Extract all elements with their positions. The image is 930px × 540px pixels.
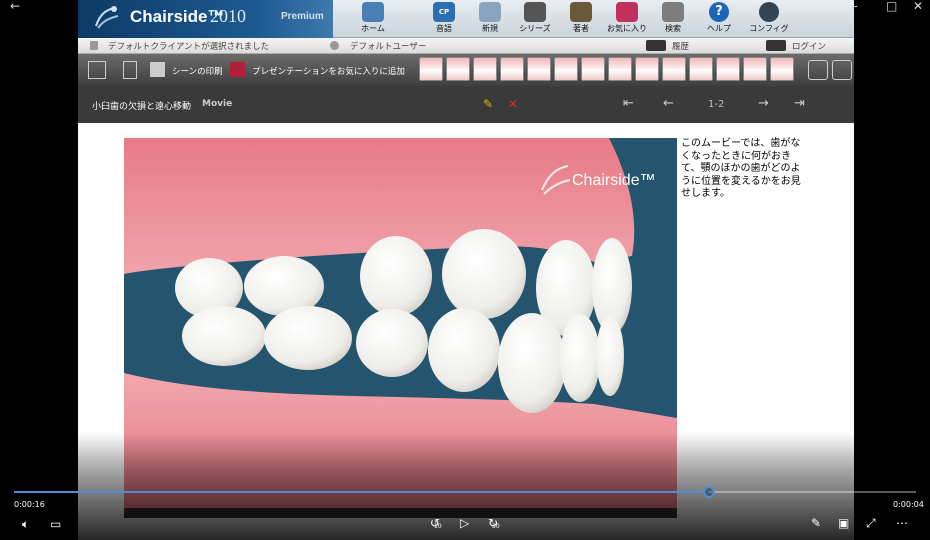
next-page-icon[interactable]: →	[758, 97, 769, 110]
media-player-window: ← – □ ✕ Chairside™ 2010 Premium ホーム CP 音…	[0, 0, 930, 540]
author-button[interactable]: 著者	[558, 0, 604, 38]
user-icon	[330, 41, 339, 50]
video-watermark: Chairside™	[572, 172, 656, 189]
subtitles-icon[interactable]: ▭	[50, 518, 61, 530]
favorites-button[interactable]: お気に入り	[604, 0, 650, 38]
scene-thumb[interactable]	[419, 57, 443, 81]
scene-title: 小臼歯の欠損と遠心移動	[92, 102, 192, 112]
scene-thumb[interactable]	[662, 57, 686, 81]
scene-thumb[interactable]	[770, 57, 794, 81]
scene-thumb[interactable]	[446, 57, 470, 81]
seek-bar-handle[interactable]	[703, 486, 715, 498]
app-header: Chairside™ 2010 Premium ホーム CP 音語 新規 シリー…	[78, 0, 854, 38]
scene-thumb[interactable]	[581, 57, 605, 81]
series-button[interactable]: シリーズ	[512, 0, 558, 38]
scene-toolbar: シーンの印刷 プレゼンテーションをお気に入りに追加	[78, 54, 854, 86]
grid-view-icon[interactable]	[88, 61, 106, 79]
favorites-icon	[616, 2, 638, 22]
edit-icon[interactable]: ✎	[811, 517, 821, 529]
last-page-icon[interactable]: ⇥	[794, 97, 805, 110]
delete-icon[interactable]: ✕	[508, 97, 518, 111]
fullscreen-icon[interactable]: ⤢	[866, 517, 876, 529]
scene-thumb[interactable]	[635, 57, 659, 81]
expand-icon[interactable]	[808, 60, 828, 80]
close-button[interactable]: ✕	[913, 0, 923, 12]
scene-thumb[interactable]	[527, 57, 551, 81]
camera-icon[interactable]	[832, 60, 852, 80]
seek-bar-fill	[14, 491, 709, 493]
scene-thumb[interactable]	[500, 57, 524, 81]
play-icon[interactable]: ▷	[460, 517, 469, 529]
user-status[interactable]: デフォルトユーザー	[350, 40, 426, 52]
brand-logo-block: Chairside™ 2010 Premium	[78, 0, 333, 38]
scene-thumb[interactable]	[689, 57, 713, 81]
author-icon	[570, 2, 592, 22]
add-favorite-button[interactable]: プレゼンテーションをお気に入りに追加	[252, 65, 405, 77]
edit-pencil-icon[interactable]: ✎	[483, 97, 493, 111]
print-icon	[150, 62, 165, 77]
login-link[interactable]: ログイン	[792, 40, 826, 52]
help-label: ヘルプ	[707, 24, 731, 33]
page-indicator: 1-2	[708, 99, 725, 110]
skip-back-label: 10	[434, 523, 442, 530]
voice-label: 音語	[436, 24, 452, 33]
home-button[interactable]: ホーム	[350, 0, 396, 38]
scene-thumb[interactable]	[716, 57, 740, 81]
new-button[interactable]: 新規	[467, 0, 513, 38]
scene-caption: このムービーでは、歯がなくなったときに何がおきて、顎のほかの歯がどのように位置を…	[681, 138, 801, 199]
scene-info-icon[interactable]	[123, 61, 137, 79]
brand-year: 2010	[210, 6, 246, 26]
remaining-time: 0:00:04	[893, 500, 924, 509]
print-scene-button[interactable]: シーンの印刷	[172, 65, 223, 77]
scene-thumb[interactable]	[554, 57, 578, 81]
first-page-icon[interactable]: ⇤	[623, 97, 634, 110]
voice-button[interactable]: CP 音語	[421, 0, 467, 38]
volume-icon[interactable]: 🔈︎	[22, 518, 29, 530]
search-label: 検索	[665, 24, 681, 33]
config-label: コンフィグ	[749, 24, 789, 33]
dental-chair-icon	[362, 2, 384, 22]
mini-view-icon[interactable]: ▣	[838, 517, 849, 529]
status-bar: デフォルトクライアントが選択されました デフォルトユーザー 履歴 ログイン	[78, 38, 854, 54]
more-options-icon[interactable]: ⋯	[896, 517, 908, 529]
scene-thumb[interactable]	[743, 57, 767, 81]
client-status[interactable]: デフォルトクライアントが選択されました	[108, 40, 269, 52]
help-icon: ?	[709, 2, 729, 22]
new-doc-icon	[479, 2, 501, 22]
search-button[interactable]: 検索	[650, 0, 696, 38]
clapper-icon	[524, 2, 546, 22]
scene-thumb[interactable]	[473, 57, 497, 81]
config-button[interactable]: コンフィグ	[746, 0, 792, 38]
scene-type: Movie	[202, 99, 233, 109]
lock-icon	[766, 40, 786, 51]
back-arrow-icon[interactable]: ←	[10, 0, 20, 12]
search-icon	[662, 2, 684, 22]
elapsed-time: 0:00:16	[14, 500, 45, 509]
chairside-logo-icon	[95, 6, 119, 29]
favorite-heart-icon	[230, 62, 245, 77]
prev-page-icon[interactable]: ←	[663, 97, 674, 110]
history-link[interactable]: 履歴	[672, 40, 689, 52]
config-gear-icon	[759, 2, 779, 22]
skip-forward-label: 30	[492, 523, 500, 530]
cp-icon: CP	[433, 2, 455, 22]
series-label: シリーズ	[519, 24, 551, 33]
scene-title-bar: 小臼歯の欠損と遠心移動 Movie ✎ ✕ ⇤ ← 1-2 → ⇥	[78, 86, 854, 123]
favorites-label: お気に入り	[607, 24, 647, 33]
maximize-button[interactable]: □	[886, 0, 897, 12]
history-clock-icon	[646, 40, 666, 51]
brand-edition: Premium	[281, 11, 324, 22]
new-label: 新規	[482, 24, 498, 33]
help-button[interactable]: ? ヘルプ	[696, 0, 742, 38]
home-label: ホーム	[361, 24, 385, 33]
scene-thumb[interactable]	[608, 57, 632, 81]
author-label: 著者	[573, 24, 589, 33]
client-icon	[90, 41, 98, 50]
